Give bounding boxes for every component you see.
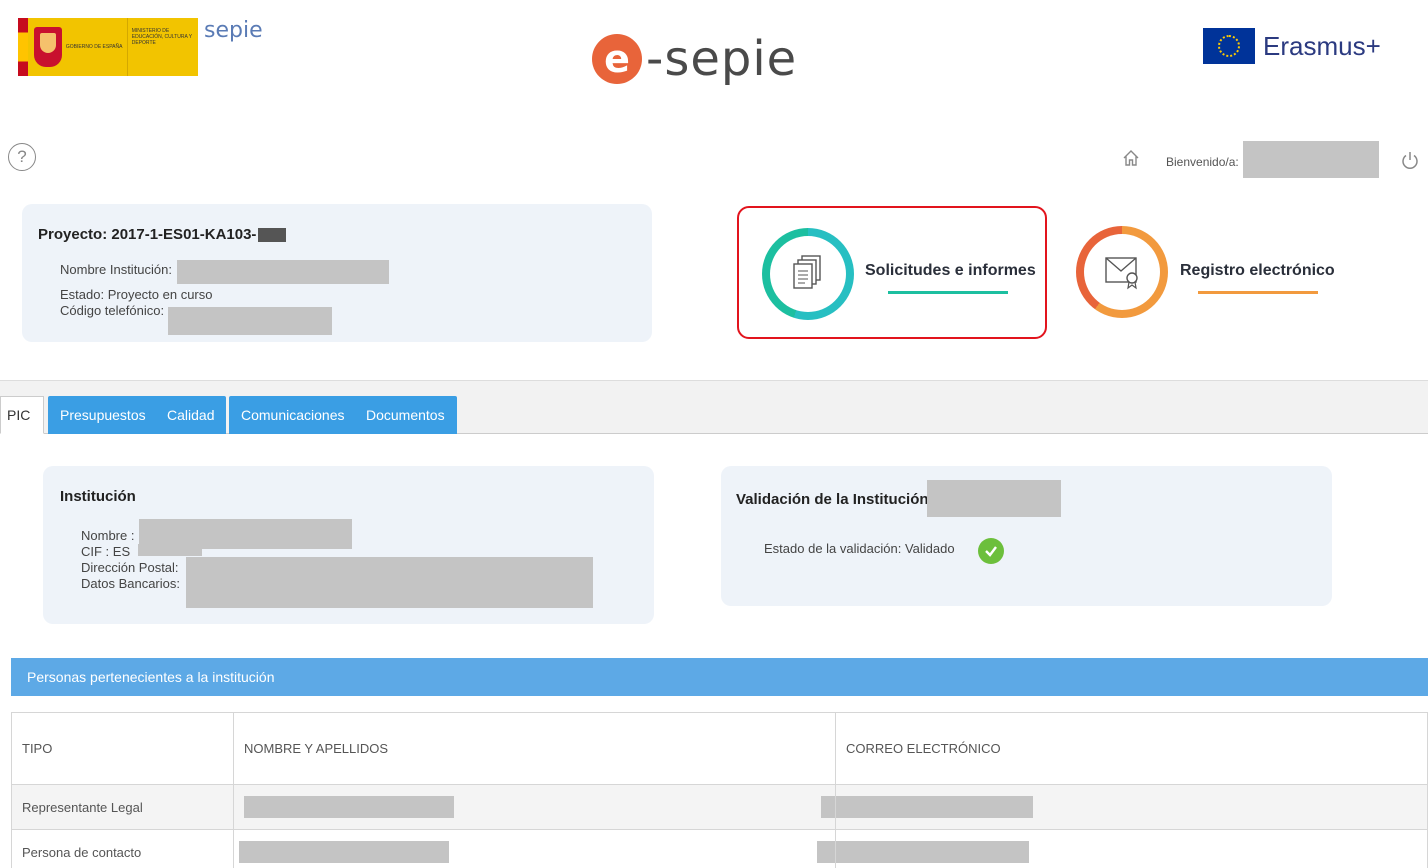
project-id-redacted xyxy=(258,228,286,242)
validation-card: Validación de la Institución Estado de l… xyxy=(721,466,1332,606)
project-status-label: Estado: xyxy=(60,287,105,302)
row-nombre-redacted xyxy=(233,784,836,830)
column-header-correo: CORREO ELECTRÓNICO xyxy=(835,712,1428,785)
gobierno-logo: GOBIERNO DE ESPAÑA MINISTERIO DE EDUCACI… xyxy=(18,18,263,76)
validation-status-value: Validado xyxy=(904,541,955,556)
spain-flag-stripe xyxy=(18,18,28,76)
erasmus-logo: Erasmus+ xyxy=(1203,28,1381,64)
tab-presupuestos[interactable]: Presupuestos xyxy=(48,396,158,434)
people-table-header-row: TIPO NOMBRE Y APELLIDOS CORREO ELECTRÓNI… xyxy=(11,712,1428,785)
esepie-logo-text: -sepie xyxy=(646,31,798,87)
validation-status: Estado de la validación: Validado xyxy=(764,541,955,556)
institution-cif-label: CIF : ES xyxy=(81,544,131,559)
gov-shield-block: GOBIERNO DE ESPAÑA xyxy=(27,18,127,76)
row-tipo: Representante Legal xyxy=(11,784,234,830)
registro-circle[interactable] xyxy=(1076,226,1168,318)
validation-status-label: Estado de la validación: xyxy=(764,541,902,556)
institution-title: Institución xyxy=(60,488,136,505)
institution-name-label: Nombre : xyxy=(81,528,135,543)
welcome-label: Bienvenido/a: xyxy=(1166,155,1239,169)
solicitudes-underline xyxy=(888,291,1008,294)
eu-flag-icon xyxy=(1203,28,1255,64)
row-correo-redacted xyxy=(821,784,1428,830)
project-card: Proyecto: 2017-1-ES01-KA103- Nombre Inst… xyxy=(22,204,652,342)
documents-icon xyxy=(793,255,821,289)
institution-bank-label: Datos Bancarios: xyxy=(81,576,180,591)
project-institution-redacted xyxy=(177,260,389,284)
tab-documentos[interactable]: Documentos xyxy=(354,396,457,434)
welcome-username-redacted xyxy=(1243,141,1379,178)
check-icon xyxy=(978,538,1004,564)
row-correo-redacted xyxy=(817,829,1428,868)
sepie-small-logo: sepie xyxy=(198,18,263,76)
project-phone-redacted xyxy=(168,307,332,335)
tab-pic[interactable]: PIC xyxy=(0,396,44,434)
column-header-tipo: TIPO xyxy=(11,712,234,785)
sepie-small-wordmark: sepie xyxy=(204,18,263,43)
people-table: TIPO NOMBRE Y APELLIDOS CORREO ELECTRÓNI… xyxy=(11,712,1428,868)
table-row: Persona de contacto xyxy=(11,829,1428,868)
project-title: Proyecto: 2017-1-ES01-KA103- xyxy=(38,226,257,243)
people-section-header: Personas pertenecientes a la institución xyxy=(11,658,1428,696)
project-status-value: Proyecto en curso xyxy=(107,287,213,302)
solicitudes-link[interactable]: Solicitudes e informes xyxy=(865,262,1036,280)
tab-comunicaciones[interactable]: Comunicaciones xyxy=(229,396,357,434)
project-institution-label: Nombre Institución: xyxy=(60,262,172,277)
validation-title: Validación de la Institución xyxy=(736,491,929,508)
validation-institution-redacted xyxy=(927,480,1061,517)
ministry-text: MINISTERIO DE EDUCACIÓN, CULTURA Y DEPOR… xyxy=(126,18,198,76)
institution-cif-redacted xyxy=(138,544,202,556)
tab-calidad[interactable]: Calidad xyxy=(155,396,227,434)
institution-address-label: Dirección Postal: xyxy=(81,560,179,575)
row-nombre-redacted xyxy=(233,829,836,868)
home-icon[interactable] xyxy=(1121,148,1141,168)
solicitudes-circle[interactable] xyxy=(762,228,854,320)
institution-card: Institución Nombre : CIF : ES Dirección … xyxy=(43,466,654,624)
column-header-nombre: NOMBRE Y APELLIDOS xyxy=(233,712,836,785)
gov-text: GOBIERNO DE ESPAÑA xyxy=(65,44,123,50)
page-header: GOBIERNO DE ESPAÑA MINISTERIO DE EDUCACI… xyxy=(0,0,1428,110)
erasmus-text: Erasmus+ xyxy=(1263,30,1381,61)
project-status: Estado: Proyecto en curso xyxy=(60,287,213,302)
registro-link[interactable]: Registro electrónico xyxy=(1180,262,1335,280)
mail-certificate-icon xyxy=(1105,257,1138,290)
table-row: Representante Legal xyxy=(11,784,1428,830)
registro-underline xyxy=(1198,291,1318,294)
power-icon[interactable] xyxy=(1400,150,1420,170)
esepie-logo-mark: e xyxy=(592,34,642,84)
institution-address-bank-redacted xyxy=(186,557,593,608)
project-phone-label: Código telefónico: xyxy=(60,303,165,318)
coat-of-arms-icon xyxy=(33,27,62,67)
esepie-logo[interactable]: e -sepie xyxy=(592,26,797,92)
row-tipo: Persona de contacto xyxy=(11,829,234,868)
help-icon[interactable]: ? xyxy=(8,143,36,171)
